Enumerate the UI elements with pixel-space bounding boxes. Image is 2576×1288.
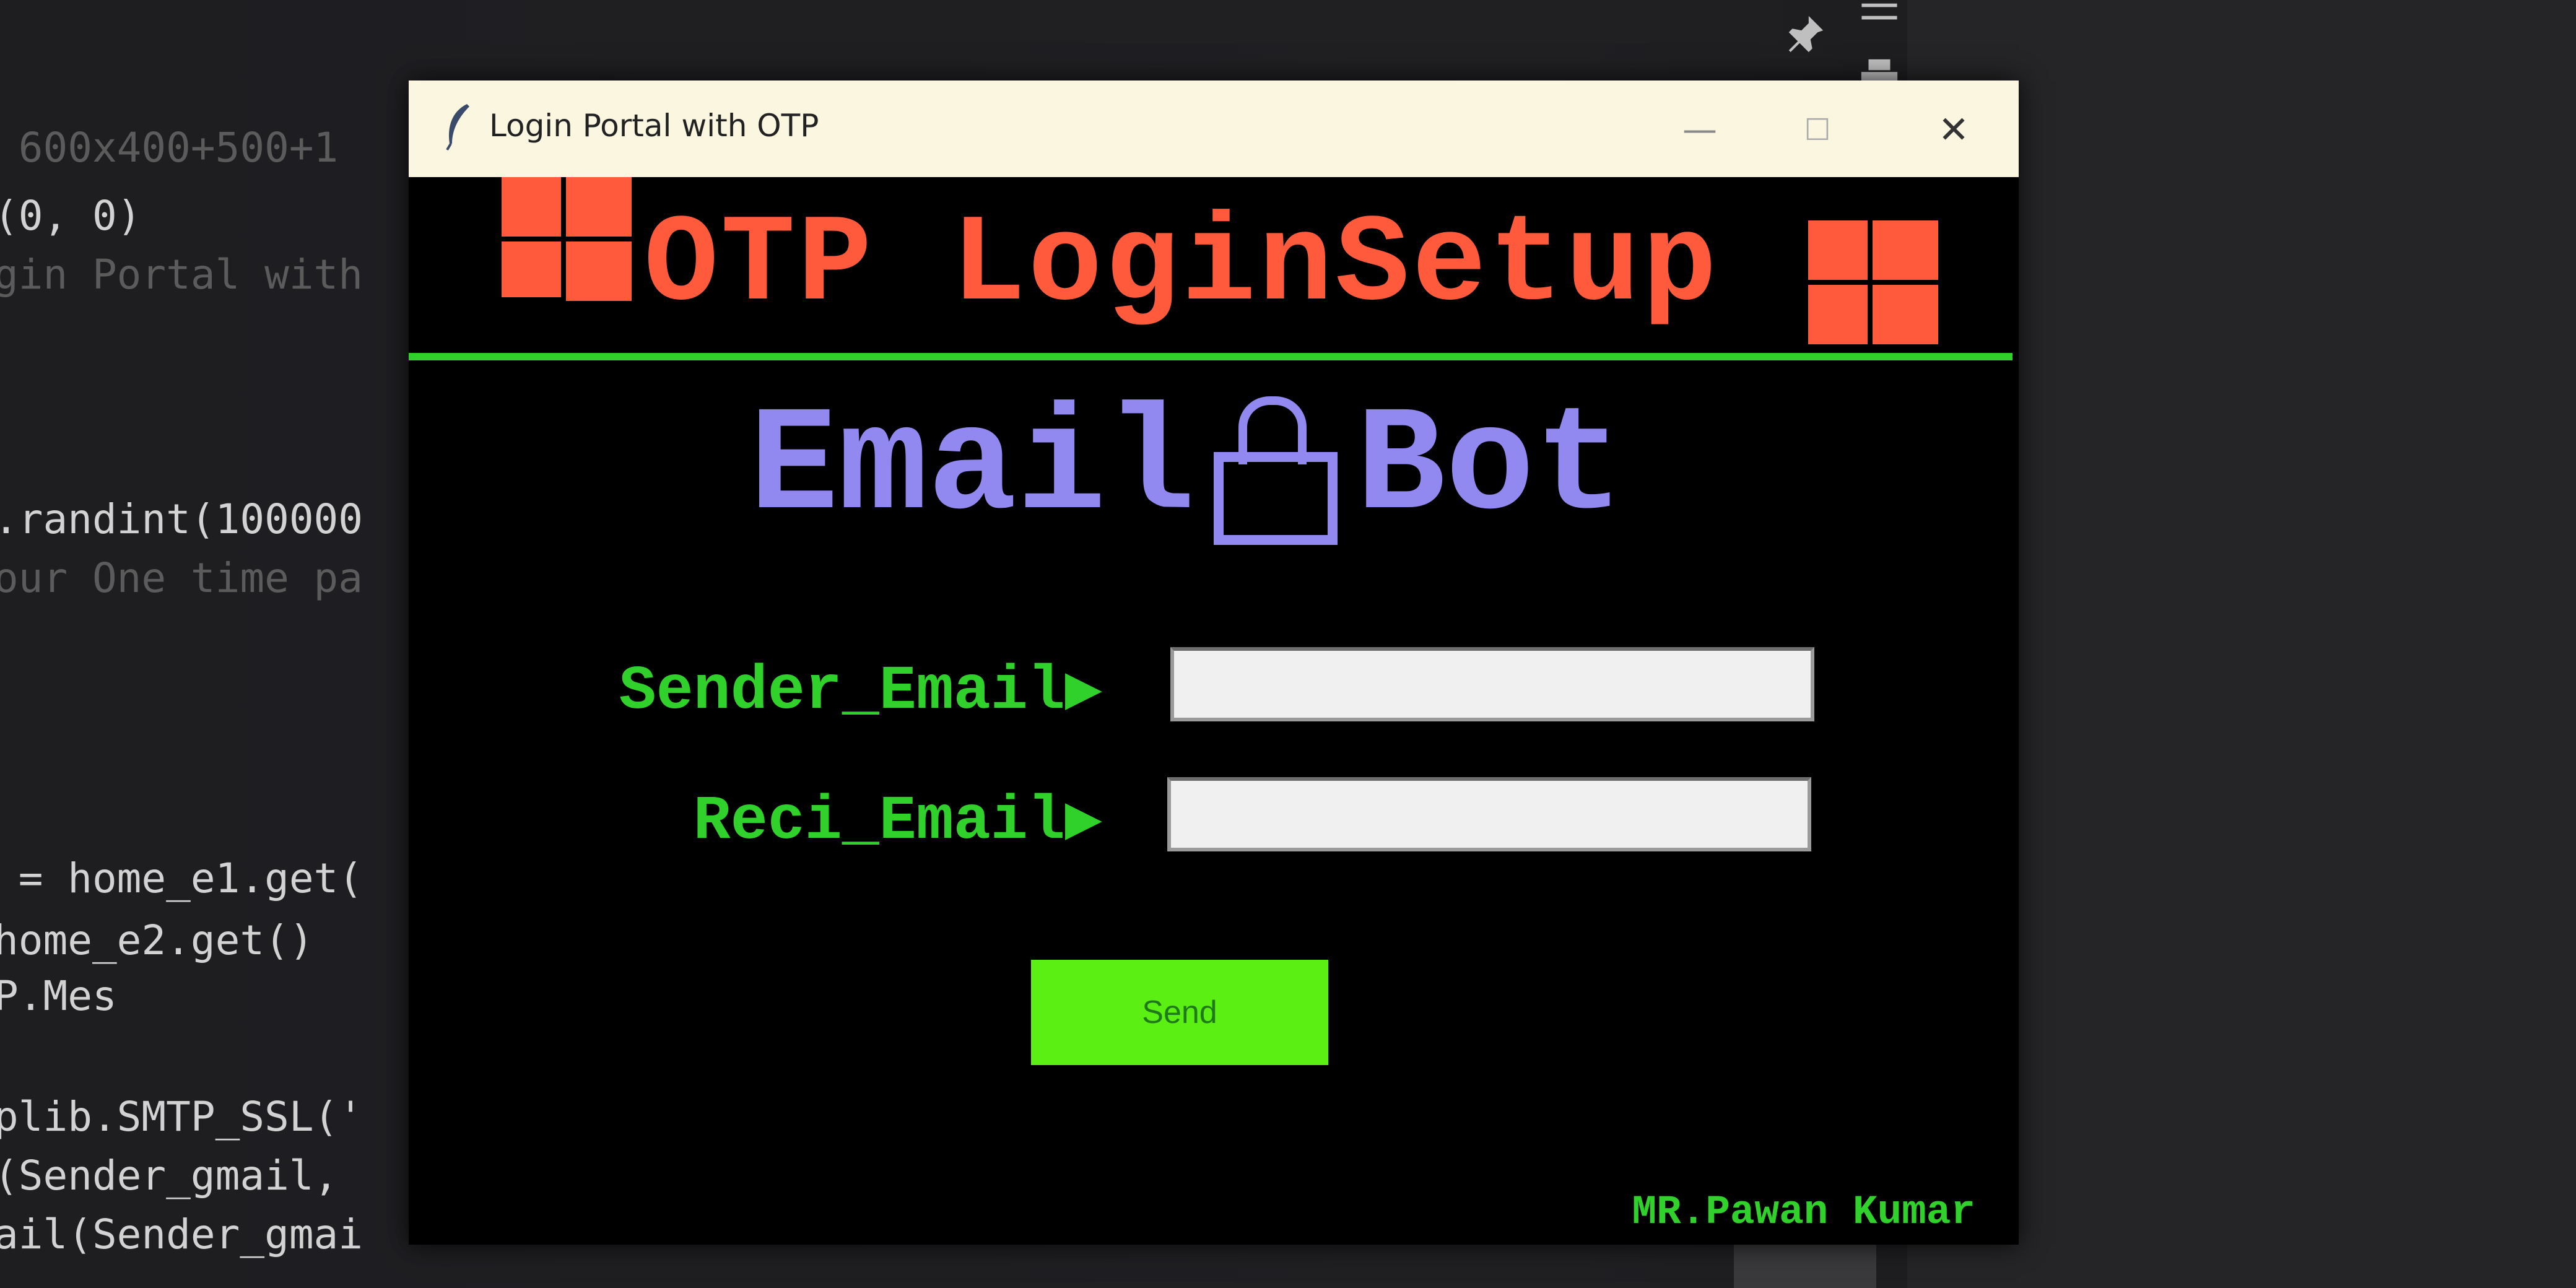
subtitle-left: Email xyxy=(749,384,1196,552)
recipient-email-field[interactable] xyxy=(1167,777,1811,851)
code-line: 600x400+500+1 xyxy=(0,124,339,172)
author-credit: MR.Pawan Kumar xyxy=(1632,1189,1976,1235)
code-line: home_e2.get() xyxy=(0,916,314,964)
code-line: our One time pa xyxy=(0,554,363,602)
code-line: .randint(100000 xyxy=(0,495,363,543)
close-button[interactable]: ✕ xyxy=(1920,105,1988,155)
heading-title: OTP LoginSetup xyxy=(644,196,1720,336)
sender-email-label: Sender_Email▶ xyxy=(619,657,1102,727)
recipient-email-label: Reci_Email▶ xyxy=(693,787,1102,857)
code-line: ail(Sender_gmai xyxy=(0,1211,363,1258)
lock-icon xyxy=(1214,396,1338,545)
code-line: (Sender_gmail, xyxy=(0,1152,339,1199)
subtitle-right: Bot xyxy=(1356,384,1624,552)
subtitle: Email Bot xyxy=(749,384,1624,557)
code-line: (0, 0) xyxy=(0,192,142,240)
send-button[interactable]: Send xyxy=(1031,960,1328,1065)
feather-icon xyxy=(440,102,477,151)
code-line: plib.SMTP_SSL(' xyxy=(0,1093,363,1141)
pin-icon[interactable] xyxy=(1783,12,1827,66)
code-line: = home_e1.get( xyxy=(0,855,363,902)
code-line: gin Portal with xyxy=(0,251,363,298)
minimize-button[interactable]: — xyxy=(1666,105,1734,155)
editor-scrollbar[interactable] xyxy=(1734,1238,1876,1288)
window-title: Login Portal with OTP xyxy=(489,108,819,144)
sender-email-field[interactable] xyxy=(1170,647,1814,721)
sort-icon[interactable] xyxy=(1858,0,1901,27)
windows-logo-icon xyxy=(1808,220,1938,344)
divider xyxy=(409,353,2012,360)
code-line: P.Mes xyxy=(0,972,117,1020)
windows-logo-icon xyxy=(502,177,632,301)
maximize-button[interactable]: ☐ xyxy=(1783,105,1852,155)
login-portal-window: Login Portal with OTP — ☐ ✕ OTP LoginSet… xyxy=(409,80,2019,1245)
window-titlebar[interactable]: Login Portal with OTP — ☐ ✕ xyxy=(409,80,2019,177)
